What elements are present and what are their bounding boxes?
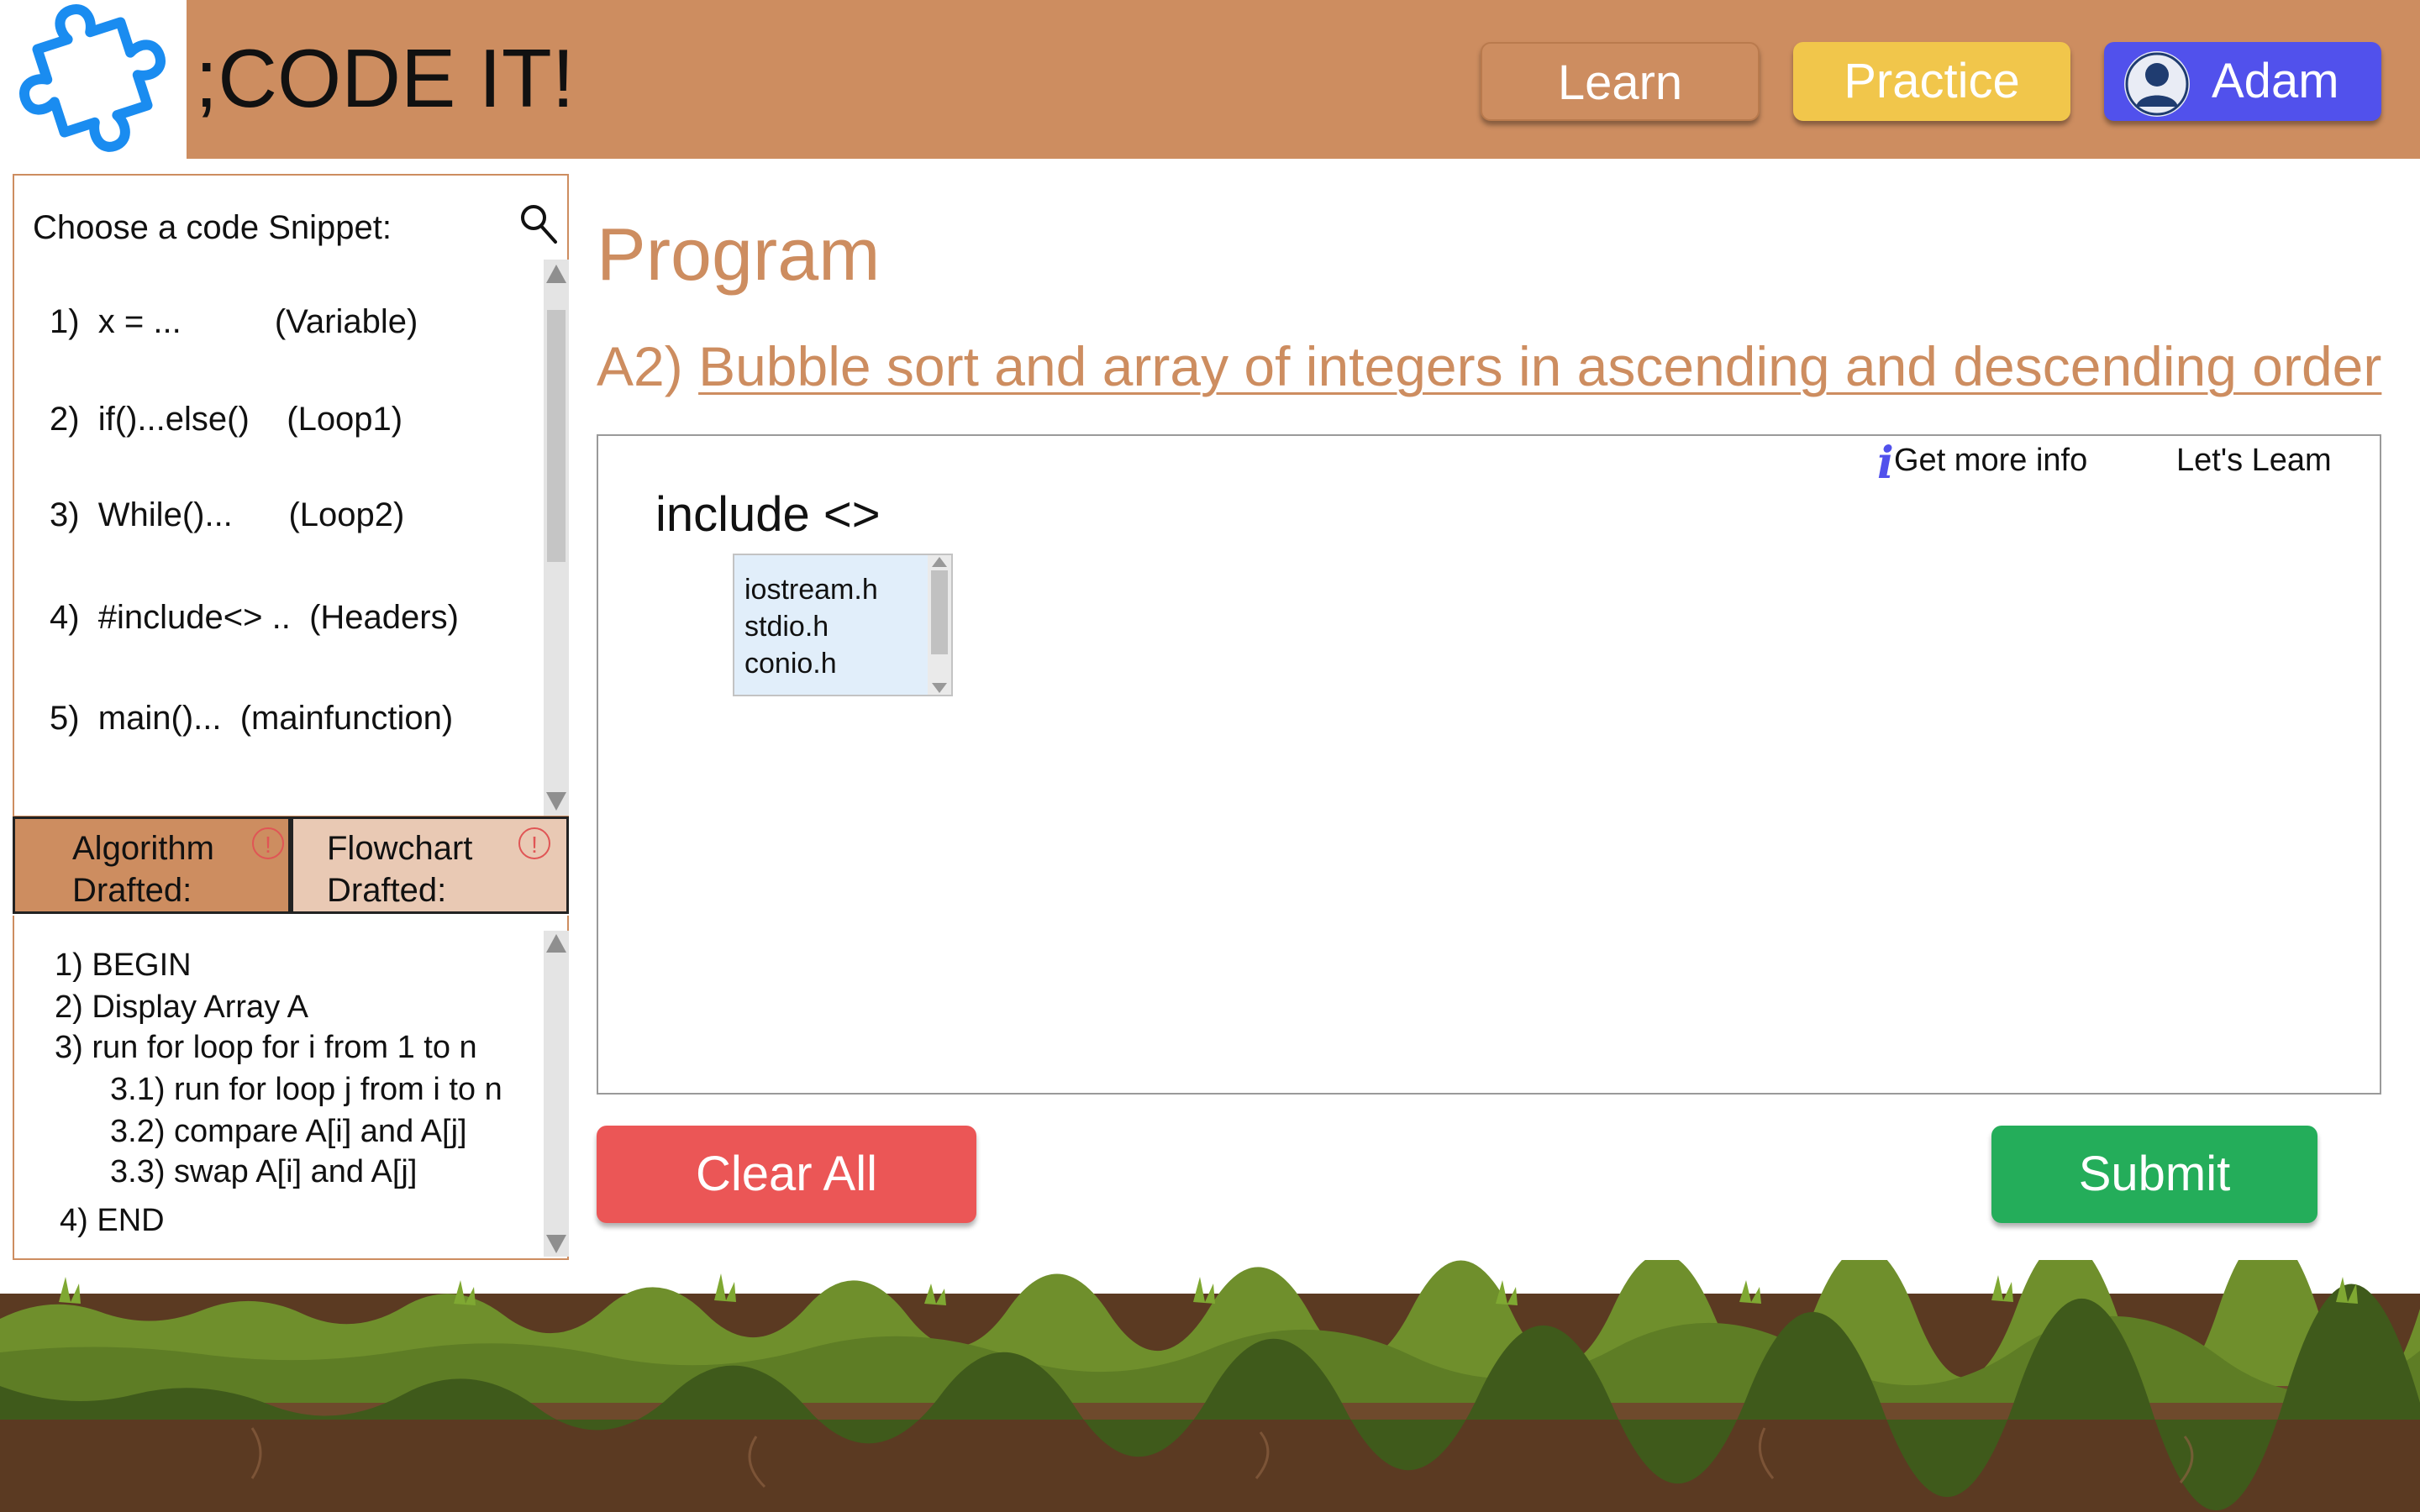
task-link[interactable]: Bubble sort and array of integers in asc… <box>698 335 2381 397</box>
algorithm-step: 3) run for loop for i from 1 to n <box>55 1030 477 1065</box>
alert-circle-icon: ! <box>518 827 550 859</box>
page-title: Program <box>597 213 881 296</box>
algorithm-scrollbar[interactable] <box>544 931 569 1257</box>
scroll-down-arrow-icon[interactable] <box>546 1235 566 1253</box>
submit-button[interactable]: Submit <box>1991 1126 2317 1223</box>
get-more-info-link[interactable]: i Get more info <box>1877 438 2088 489</box>
puzzle-piece-icon <box>19 4 166 152</box>
logo[interactable] <box>0 0 187 159</box>
header-options-list[interactable]: iostream.h stdio.h conio.h <box>733 554 953 696</box>
task-number: A2) <box>597 335 683 397</box>
scrollbar-thumb[interactable] <box>931 570 948 654</box>
clear-all-button[interactable]: Clear All <box>597 1126 976 1223</box>
header-option-stdio[interactable]: stdio.h <box>744 611 829 643</box>
grass-ground-decoration <box>0 1260 2420 1512</box>
get-more-info-label: Get more info <box>1894 443 2088 478</box>
scroll-down-arrow-icon[interactable] <box>546 792 566 811</box>
learn-button[interactable]: Learn <box>1481 42 1760 121</box>
snippet-item-if-else[interactable]: 2) if()...else() (Loop1) <box>50 401 402 438</box>
tab-flowchart-drafted[interactable]: Flowchart Drafted: ! <box>291 816 569 914</box>
snippet-item-main[interactable]: 5) main()... (mainfunction) <box>50 700 453 738</box>
user-avatar-icon <box>2124 51 2190 117</box>
app-title: ;CODE IT! <box>195 32 575 124</box>
snippet-item-variable[interactable]: 1) x = ... (Variable) <box>50 303 418 341</box>
algorithm-step: 3.3) swap A[i] and A[j] <box>110 1154 418 1189</box>
user-name: Adam <box>2212 54 2339 108</box>
header-list-scrollbar[interactable] <box>928 555 951 695</box>
header-option-conio[interactable]: conio.h <box>744 648 837 680</box>
header-option-iostream[interactable]: iostream.h <box>744 574 878 606</box>
snippet-item-while[interactable]: 3) While()... (Loop2) <box>50 496 404 534</box>
tab-algorithm-drafted[interactable]: Algorithm Drafted: ! <box>13 816 291 914</box>
algorithm-step: 3.2) compare A[i] and A[j] <box>110 1114 467 1149</box>
user-profile-button[interactable]: Adam <box>2104 42 2381 121</box>
alert-circle-icon: ! <box>252 827 284 859</box>
scroll-up-arrow-icon[interactable] <box>546 934 566 953</box>
tab-algorithm-label: Algorithm Drafted: <box>72 830 214 909</box>
lets-learn-link[interactable]: Let's Leam <box>2176 443 2332 479</box>
tab-flowchart-label: Flowchart Drafted: <box>327 830 473 909</box>
algorithm-panel: 1) BEGIN 2) Display Array A 3) run for l… <box>13 916 569 1260</box>
scroll-up-arrow-icon[interactable] <box>546 265 566 283</box>
algorithm-step: 3.1) run for loop j from i to n <box>110 1072 502 1107</box>
algorithm-step: 4) END <box>60 1203 165 1238</box>
algorithm-step: 2) Display Array A <box>55 990 308 1025</box>
top-header: ;CODE IT! Learn Practice Adam <box>0 0 2420 159</box>
scroll-down-arrow-icon[interactable] <box>932 683 947 693</box>
code-editor[interactable]: i Get more info Let's Leam include <> io… <box>597 434 2381 1095</box>
snippet-panel: Choose a code Snippet: 1) x = ... (Varia… <box>13 174 569 817</box>
info-icon: i <box>1877 438 1894 489</box>
scroll-up-arrow-icon[interactable] <box>932 557 947 567</box>
search-icon[interactable] <box>518 202 559 246</box>
snippet-scrollbar[interactable] <box>544 260 569 816</box>
include-statement[interactable]: include <> <box>655 486 881 543</box>
snippet-item-include[interactable]: 4) #include<> .. (Headers) <box>50 599 459 637</box>
task-heading: A2) Bubble sort and array of integers in… <box>597 334 2381 398</box>
snippet-panel-title: Choose a code Snippet: <box>33 209 392 246</box>
scrollbar-thumb[interactable] <box>547 310 566 562</box>
practice-button[interactable]: Practice <box>1793 42 2070 121</box>
algorithm-step: 1) BEGIN <box>55 948 192 983</box>
